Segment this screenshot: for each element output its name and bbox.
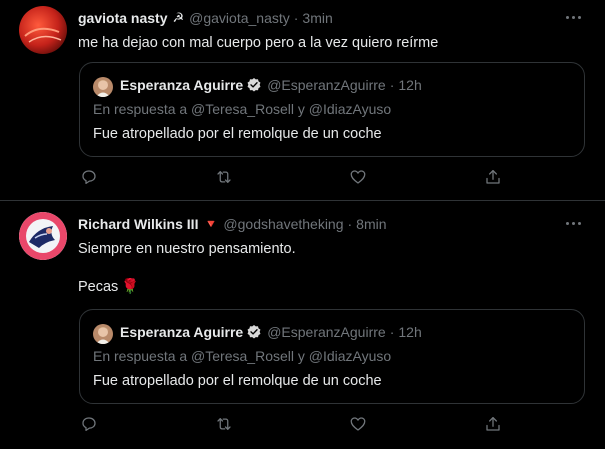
more-icon[interactable]: [563, 9, 583, 25]
quote-timestamp: 12h: [398, 324, 422, 340]
retweet-icon[interactable]: [215, 168, 235, 188]
quote-tweet[interactable]: Esperanza Aguirre @EsperanzAguirre · 12h…: [79, 62, 585, 157]
tweet[interactable]: gaviota nasty ☭ @gaviota_nasty · 3min me…: [0, 0, 605, 200]
reply-icon[interactable]: [80, 415, 100, 435]
avatar[interactable]: [19, 212, 67, 260]
reply-context: En respuesta a @Teresa_Rosell y @IdiazAy…: [93, 101, 392, 117]
tweet[interactable]: Richard Wilkins III 🔻 @godshavetheking ·…: [0, 201, 605, 449]
share-icon[interactable]: [484, 168, 504, 188]
tweet-header: gaviota nasty ☭ @gaviota_nasty · 3min: [78, 10, 333, 26]
separator: ·: [293, 10, 299, 26]
quote-avatar: [93, 77, 113, 97]
timestamp[interactable]: 8min: [356, 216, 386, 232]
like-icon[interactable]: [349, 168, 369, 188]
rose-icon: 🌹: [121, 279, 140, 295]
tweet-actions: [78, 415, 508, 435]
tweet-text-line-2: Pecas 🌹: [78, 278, 139, 295]
quote-tweet[interactable]: Esperanza Aguirre @EsperanzAguirre · 12h…: [79, 309, 585, 404]
avatar[interactable]: [19, 6, 67, 54]
retweet-icon[interactable]: [215, 415, 235, 435]
separator: ·: [389, 77, 395, 93]
tweet-text-pecas: Pecas: [78, 279, 119, 295]
quote-timestamp: 12h: [398, 77, 422, 93]
reply-icon[interactable]: [80, 168, 100, 188]
quote-avatar: [93, 324, 113, 344]
display-name[interactable]: gaviota nasty: [78, 10, 167, 26]
separator: ·: [347, 216, 353, 232]
display-name[interactable]: Richard Wilkins III: [78, 216, 198, 232]
tweet-text: me ha dejao con mal cuerpo pero a la vez…: [78, 35, 439, 51]
like-icon[interactable]: [349, 415, 369, 435]
separator: ·: [389, 324, 395, 340]
quote-display-name: Esperanza Aguirre: [120, 324, 244, 340]
hammer-sickle-icon: ☭: [172, 10, 185, 25]
quote-display-name: Esperanza Aguirre: [120, 77, 244, 93]
quote-text: Fue atropellado por el remolque de un co…: [93, 373, 382, 389]
handle[interactable]: @godshavetheking: [223, 216, 343, 232]
verified-icon: [247, 325, 261, 339]
tweet-header: Richard Wilkins III 🔻 @godshavetheking ·…: [78, 216, 387, 232]
share-icon[interactable]: [484, 415, 504, 435]
tweet-actions: [78, 168, 508, 188]
quote-header: Esperanza Aguirre @EsperanzAguirre · 12h: [120, 324, 422, 340]
reply-context: En respuesta a @Teresa_Rosell y @IdiazAy…: [93, 348, 392, 364]
timestamp[interactable]: 3min: [302, 10, 332, 26]
quote-handle: @EsperanzAguirre: [267, 77, 386, 93]
more-icon[interactable]: [563, 215, 583, 231]
quote-text: Fue atropellado por el remolque de un co…: [93, 126, 382, 142]
tweet-text: Siempre en nuestro pensamiento.: [78, 241, 296, 257]
verified-icon: [247, 78, 261, 92]
quote-handle: @EsperanzAguirre: [267, 324, 386, 340]
red-triangle-icon: 🔻: [203, 217, 219, 231]
handle[interactable]: @gaviota_nasty: [189, 10, 290, 26]
quote-header: Esperanza Aguirre @EsperanzAguirre · 12h: [120, 77, 422, 93]
